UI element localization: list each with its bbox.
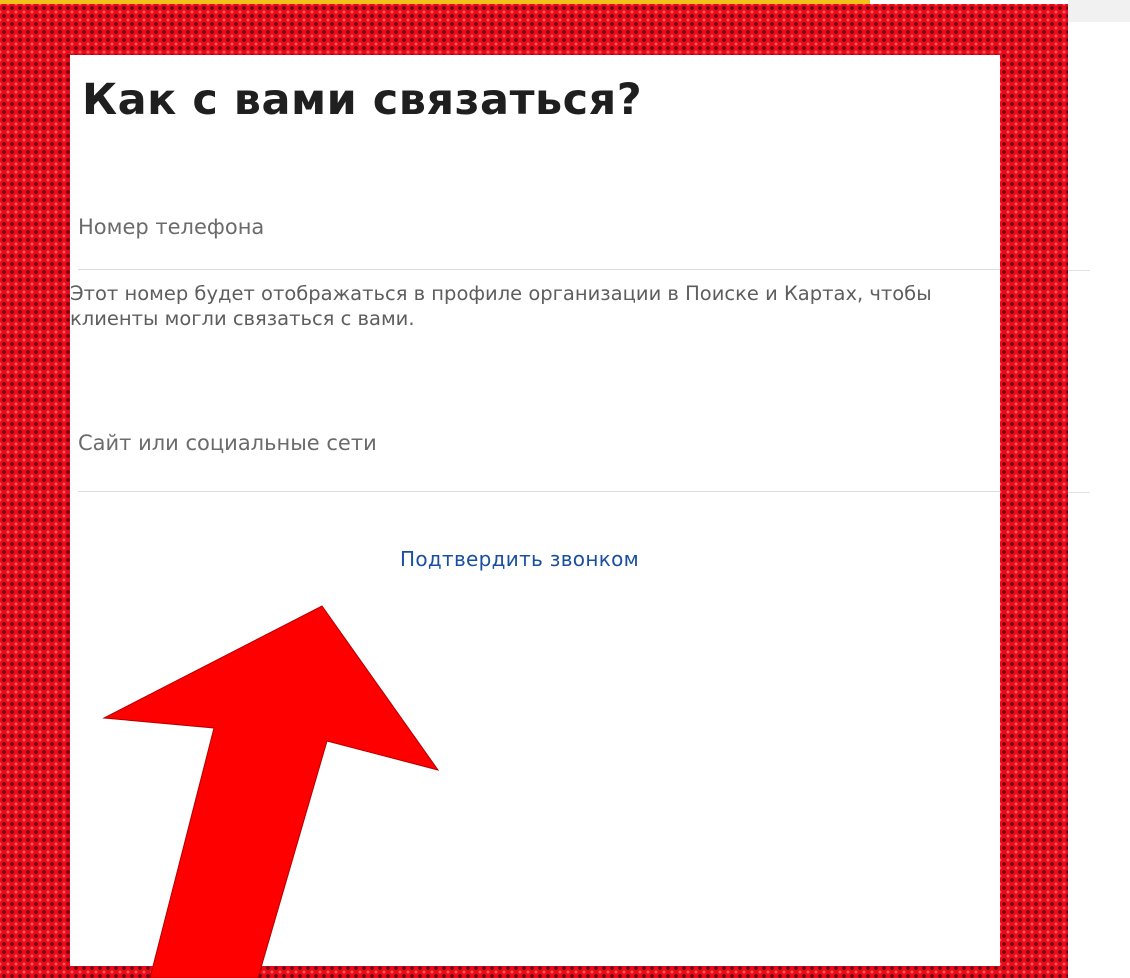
background-divider: [1068, 492, 1090, 493]
screenshot-stage: Как с вами связаться? Номер телефона Это…: [0, 0, 1130, 978]
website-field-label: Сайт или социальные сети: [78, 431, 377, 455]
website-field-underline: [78, 491, 1000, 492]
background-divider: [1068, 270, 1090, 271]
background-panel: [1068, 0, 1130, 22]
phone-field[interactable]: Номер телефона: [78, 215, 1000, 271]
contact-form-card: Как с вами связаться? Номер телефона Это…: [70, 55, 1000, 966]
phone-helper-text: Этот номер будет отображаться в профиле …: [70, 282, 932, 330]
confirm-by-call-link[interactable]: Подтвердить звонком: [400, 547, 639, 571]
phone-field-label: Номер телефона: [78, 215, 265, 239]
page-title: Как с вами связаться?: [82, 75, 643, 125]
phone-field-underline: [78, 269, 1000, 270]
website-field[interactable]: Сайт или социальные сети: [78, 431, 1000, 493]
